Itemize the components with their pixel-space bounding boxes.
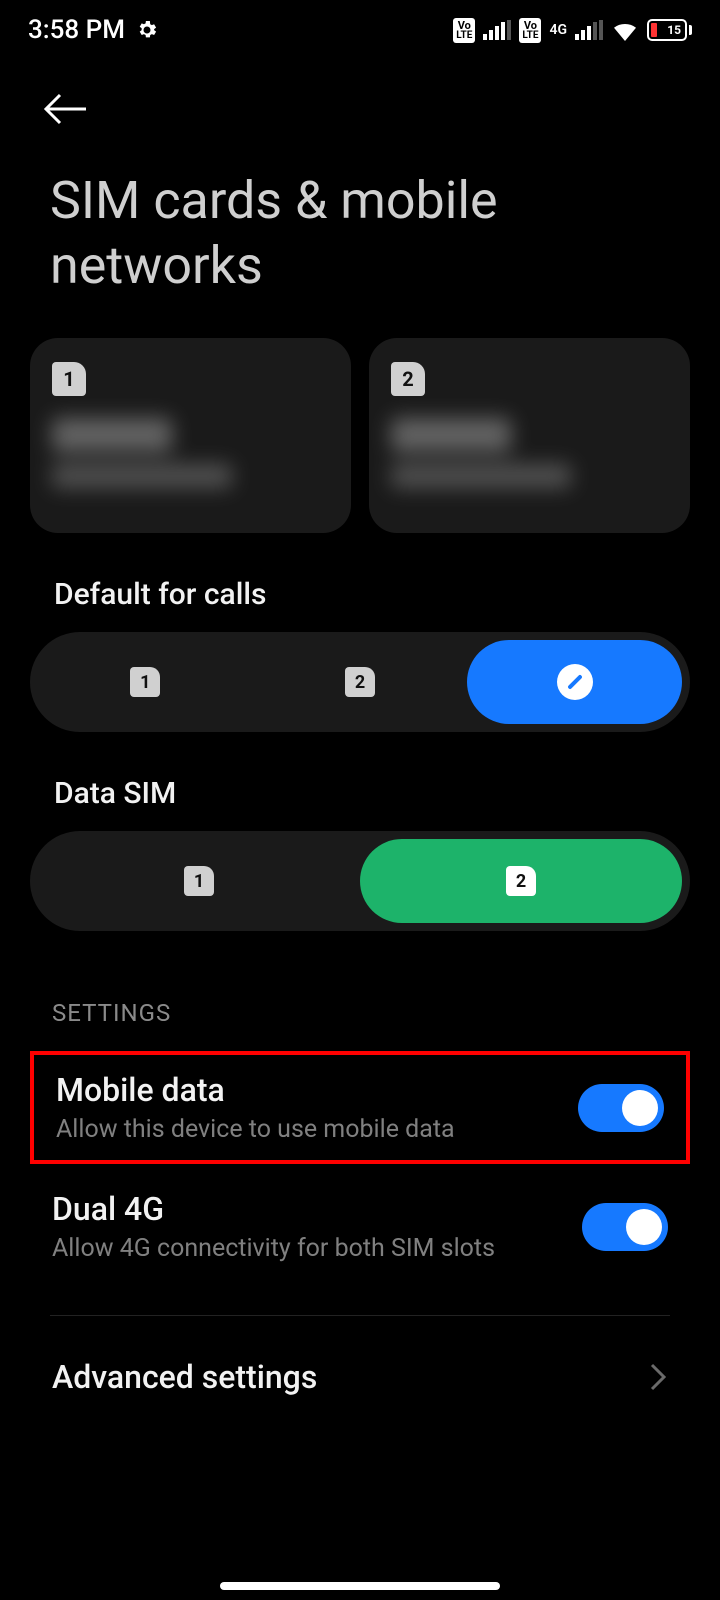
dual-4g-row[interactable]: Dual 4G Allow 4G connectivity for both S… — [0, 1168, 720, 1285]
data-sim-sim1[interactable]: 1 — [38, 839, 360, 923]
sim1-details-redacted — [52, 418, 329, 513]
status-time: 3:58 PM — [28, 15, 125, 45]
battery-percent: 15 — [667, 23, 681, 37]
sim-chip-icon: 1 — [52, 362, 86, 396]
battery-icon: 15 — [647, 19, 692, 41]
mobile-data-toggle[interactable] — [578, 1084, 664, 1132]
data-sim-selector: 1 2 — [30, 831, 690, 931]
wifi-icon — [611, 19, 639, 41]
mobile-data-row[interactable]: Mobile data Allow this device to use mob… — [30, 1051, 690, 1164]
default-calls-selector: 1 2 — [30, 632, 690, 732]
default-calls-sim1[interactable]: 1 — [38, 640, 253, 724]
not-set-icon — [557, 664, 593, 700]
status-bar: 3:58 PM VoLTE VoLTE 4G 15 — [0, 0, 720, 60]
signal-icon-2 — [575, 20, 603, 40]
data-sim-label: Data SIM — [0, 732, 720, 831]
data-sim-sim2[interactable]: 2 — [360, 839, 682, 923]
back-button[interactable] — [42, 90, 678, 128]
default-calls-sim2[interactable]: 2 — [253, 640, 468, 724]
mobile-data-title: Mobile data — [56, 1071, 455, 1109]
sim-chip-icon: 2 — [391, 362, 425, 396]
sim-chip-icon: 2 — [345, 667, 375, 697]
advanced-settings-label: Advanced settings — [52, 1358, 317, 1396]
sim2-details-redacted — [391, 418, 668, 513]
dual-4g-title: Dual 4G — [52, 1190, 495, 1228]
signal-icon — [483, 20, 511, 40]
home-indicator[interactable] — [220, 1582, 500, 1590]
settings-header: SETTINGS — [0, 931, 720, 1045]
advanced-settings-row[interactable]: Advanced settings — [0, 1316, 720, 1406]
sim-card-1[interactable]: 1 — [30, 338, 351, 533]
dual-4g-toggle[interactable] — [582, 1203, 668, 1251]
mobile-data-subtitle: Allow this device to use mobile data — [56, 1115, 455, 1144]
page-title: SIM cards & mobile networks — [0, 138, 720, 338]
chevron-right-icon — [648, 1361, 668, 1393]
sim-chip-icon: 1 — [184, 866, 214, 896]
default-calls-none[interactable] — [467, 640, 682, 724]
network-4g-label: 4G — [549, 23, 567, 37]
gear-icon — [135, 18, 159, 42]
volte-icon: VoLTE — [453, 18, 475, 43]
sim-chip-icon: 2 — [506, 866, 536, 896]
sim-card-2[interactable]: 2 — [369, 338, 690, 533]
volte-icon-2: VoLTE — [519, 18, 541, 43]
dual-4g-subtitle: Allow 4G connectivity for both SIM slots — [52, 1234, 495, 1263]
default-calls-label: Default for calls — [0, 533, 720, 632]
sim-chip-icon: 1 — [130, 667, 160, 697]
